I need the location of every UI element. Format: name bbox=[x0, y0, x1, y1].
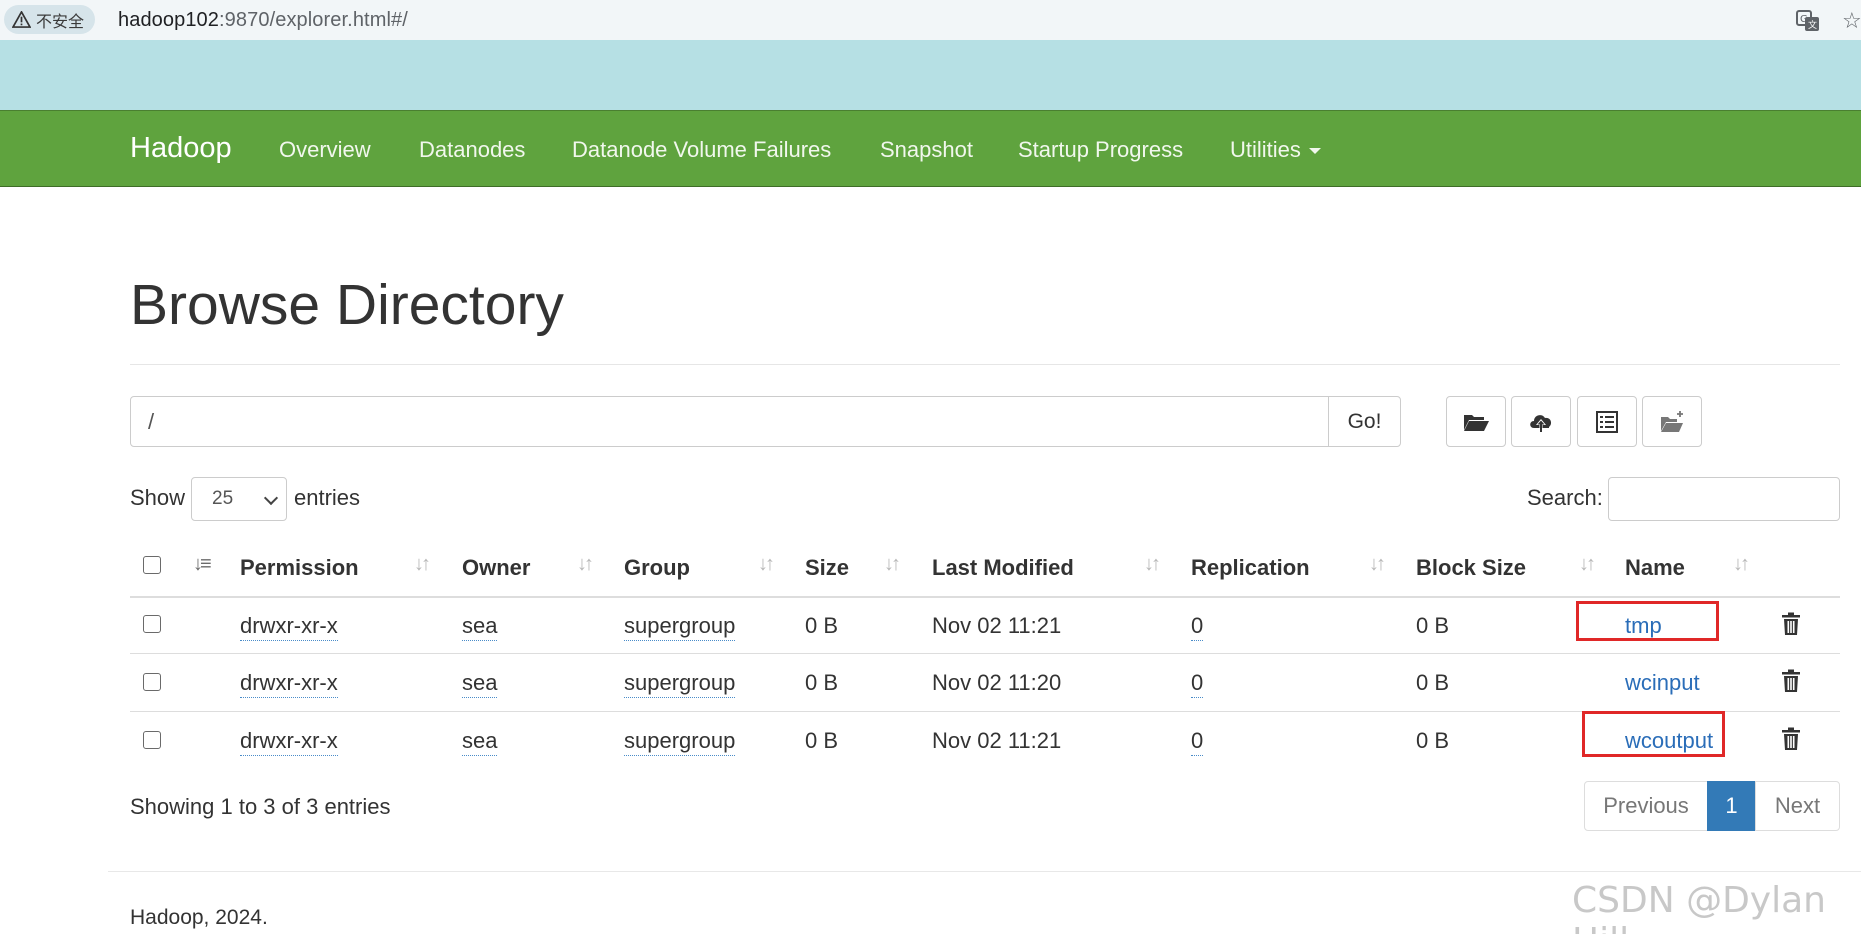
table-info: Showing 1 to 3 of 3 entries bbox=[130, 794, 391, 819]
row-checkbox[interactable] bbox=[143, 731, 161, 749]
highlight-box-wcoutput bbox=[1582, 711, 1725, 757]
cell-block-size: 0 B bbox=[1416, 670, 1450, 695]
row-divider bbox=[130, 653, 1840, 654]
column-permission[interactable]: Permission bbox=[240, 555, 359, 581]
row-checkbox[interactable] bbox=[143, 615, 161, 633]
select-all-checkbox[interactable] bbox=[143, 556, 161, 574]
nav-datanodes[interactable]: Datanodes bbox=[419, 137, 525, 163]
cell-replication[interactable]: 0 bbox=[1191, 670, 1204, 698]
cell-permission[interactable]: drwxr-xr-x bbox=[240, 728, 338, 756]
entries-label: entries bbox=[294, 485, 361, 510]
cell-owner[interactable]: sea bbox=[462, 728, 498, 756]
cell-size: 0 B bbox=[805, 728, 839, 753]
trash-icon[interactable] bbox=[1780, 669, 1802, 693]
sort-icon[interactable]: ↓↑ bbox=[1369, 553, 1386, 576]
search-input[interactable] bbox=[1608, 477, 1840, 521]
folder-open-icon bbox=[1464, 414, 1489, 431]
column-group[interactable]: Group bbox=[624, 555, 690, 581]
file-name-link[interactable]: wcinput bbox=[1625, 670, 1700, 696]
row-checkbox[interactable] bbox=[143, 673, 161, 691]
cell-block-size: 0 B bbox=[1416, 728, 1450, 753]
cell-owner[interactable]: sea bbox=[462, 670, 498, 698]
nav-overview[interactable]: Overview bbox=[279, 137, 371, 163]
url-host: hadoop102 bbox=[118, 9, 220, 31]
sort-icon[interactable]: ↓↑ bbox=[884, 553, 901, 576]
security-chip[interactable]: 不安全 bbox=[4, 5, 96, 34]
previous-page-button[interactable]: Previous bbox=[1584, 781, 1708, 831]
column-name[interactable]: Name bbox=[1625, 555, 1685, 581]
cell-replication[interactable]: 0 bbox=[1191, 613, 1204, 641]
sort-icon[interactable]: ↓↑ bbox=[414, 553, 431, 576]
top-banner bbox=[0, 40, 1861, 110]
page-1-button[interactable]: 1 bbox=[1707, 781, 1756, 831]
cell-replication[interactable]: 0 bbox=[1191, 728, 1204, 756]
entries-select[interactable]: 25 bbox=[191, 477, 287, 521]
table-header-divider bbox=[130, 596, 1840, 598]
bookmark-star-icon[interactable]: ☆ bbox=[1842, 8, 1861, 34]
sort-amount-icon[interactable]: ↓≡ bbox=[193, 553, 212, 576]
browser-address-bar: 不安全 hadoop102:9870/explorer.html#/ G文 ☆ bbox=[0, 0, 1861, 40]
nav-snapshot[interactable]: Snapshot bbox=[880, 137, 973, 163]
navbar: Hadoop Overview Datanodes Datanode Volum… bbox=[0, 110, 1861, 187]
watermark: CSDN @Dylan Hill bbox=[1572, 880, 1826, 934]
nav-datanode-volume-failures[interactable]: Datanode Volume Failures bbox=[572, 137, 831, 163]
svg-text:文: 文 bbox=[1808, 19, 1817, 31]
cell-group[interactable]: supergroup bbox=[624, 613, 736, 641]
column-last-modified[interactable]: Last Modified bbox=[932, 555, 1074, 581]
list-icon bbox=[1596, 410, 1618, 433]
nav-startup-progress[interactable]: Startup Progress bbox=[1018, 137, 1183, 163]
cell-block-size: 0 B bbox=[1416, 613, 1450, 638]
navbar-brand[interactable]: Hadoop bbox=[130, 132, 232, 165]
cell-size: 0 B bbox=[805, 613, 839, 638]
security-chip-label: 不安全 bbox=[36, 13, 85, 31]
warning-icon bbox=[12, 11, 31, 28]
chevron-down-icon bbox=[263, 490, 279, 506]
sort-icon[interactable]: ↓↑ bbox=[1733, 553, 1750, 576]
cell-permission[interactable]: drwxr-xr-x bbox=[240, 613, 338, 641]
upload-button[interactable] bbox=[1511, 396, 1571, 447]
cell-last-modified: Nov 02 11:21 bbox=[932, 728, 1062, 753]
page-title: Browse Directory bbox=[130, 273, 564, 337]
sort-icon[interactable]: ↓↑ bbox=[758, 553, 775, 576]
cloud-upload-icon bbox=[1530, 414, 1552, 433]
column-size[interactable]: Size bbox=[805, 555, 849, 581]
entries-select-value: 25 bbox=[212, 488, 234, 509]
trash-icon[interactable] bbox=[1780, 612, 1802, 636]
url-path: :9870/explorer.html#/ bbox=[219, 9, 408, 31]
translate-icon[interactable]: G文 bbox=[1795, 8, 1821, 34]
sort-icon[interactable]: ↓↑ bbox=[577, 553, 594, 576]
cell-size: 0 B bbox=[805, 670, 839, 695]
sort-icon[interactable]: ↓↑ bbox=[1144, 553, 1161, 576]
column-block-size[interactable]: Block Size bbox=[1416, 555, 1526, 581]
search-label: Search: bbox=[1527, 485, 1603, 510]
cell-group[interactable]: supergroup bbox=[624, 728, 736, 756]
sort-icon[interactable]: ↓↑ bbox=[1579, 553, 1596, 576]
new-folder-icon bbox=[1661, 410, 1683, 432]
nav-utilities-dropdown[interactable]: Utilities bbox=[1230, 137, 1321, 163]
url-text[interactable]: hadoop102:9870/explorer.html#/ bbox=[118, 9, 408, 32]
go-button[interactable]: Go! bbox=[1328, 396, 1401, 447]
highlight-box-tmp bbox=[1576, 601, 1719, 641]
cell-owner[interactable]: sea bbox=[462, 613, 498, 641]
directory-path-input[interactable] bbox=[130, 396, 1329, 447]
create-folder-button[interactable] bbox=[1642, 396, 1702, 447]
open-folder-button[interactable] bbox=[1446, 396, 1506, 447]
cell-group[interactable]: supergroup bbox=[624, 670, 736, 698]
footer-divider bbox=[108, 871, 1861, 872]
show-label: Show bbox=[130, 485, 186, 510]
cell-last-modified: Nov 02 11:20 bbox=[932, 670, 1062, 695]
divider bbox=[130, 364, 1840, 365]
footer-text: Hadoop, 2024. bbox=[130, 906, 268, 929]
column-replication[interactable]: Replication bbox=[1191, 555, 1310, 581]
nav-utilities-label: Utilities bbox=[1230, 137, 1301, 162]
caret-down-icon bbox=[1308, 148, 1321, 155]
trash-icon[interactable] bbox=[1780, 727, 1802, 751]
cell-permission[interactable]: drwxr-xr-x bbox=[240, 670, 338, 698]
column-owner[interactable]: Owner bbox=[462, 555, 530, 581]
cell-last-modified: Nov 02 11:21 bbox=[932, 613, 1062, 638]
next-page-button[interactable]: Next bbox=[1755, 781, 1840, 831]
list-view-button[interactable] bbox=[1577, 396, 1637, 447]
